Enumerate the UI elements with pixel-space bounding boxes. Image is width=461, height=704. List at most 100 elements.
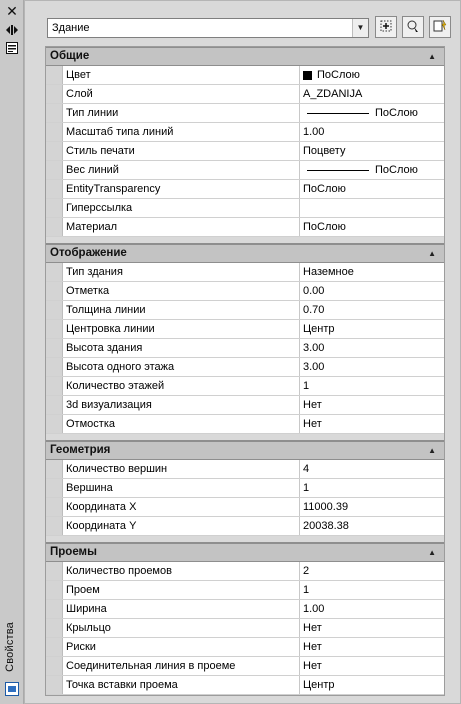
section-title: Общие (50, 50, 90, 62)
properties-menu-icon[interactable] (3, 40, 21, 56)
property-row[interactable]: Слой A_ZDANIJA (46, 85, 444, 104)
chevron-down-icon[interactable]: ▼ (352, 19, 368, 37)
property-row[interactable]: Толщина линии 0.70 (46, 301, 444, 320)
property-row[interactable]: Крыльцо Нет (46, 619, 444, 638)
property-label: Слой (63, 85, 300, 103)
row-gutter (46, 460, 63, 478)
property-row[interactable]: Тип здания Наземное (46, 263, 444, 282)
property-row[interactable]: Отмостка Нет (46, 415, 444, 434)
properties-palette-icon[interactable] (5, 682, 19, 696)
row-gutter (46, 199, 63, 217)
select-objects-button[interactable] (402, 16, 424, 38)
close-icon[interactable]: ✕ (3, 3, 21, 19)
row-gutter (46, 498, 63, 516)
property-value[interactable]: ПоСлою (300, 180, 444, 198)
property-label: Масштаб типа линий (63, 123, 300, 141)
property-row[interactable]: Соединительная линия в проеме Нет (46, 657, 444, 676)
property-value[interactable]: Наземное (300, 263, 444, 281)
section-header[interactable]: Отображение ▲ (46, 244, 444, 263)
property-row[interactable]: Гиперссылка (46, 199, 444, 218)
section-header[interactable]: Проемы ▲ (46, 543, 444, 562)
toggle-pickadd-icon (379, 19, 393, 36)
collapse-icon[interactable]: ▲ (428, 544, 436, 561)
property-value[interactable]: ПоСлою (300, 104, 444, 122)
property-value[interactable]: 0.00 (300, 282, 444, 300)
property-value[interactable]: 1 (300, 377, 444, 395)
property-row[interactable]: Цвет ПоСлою (46, 66, 444, 85)
property-row[interactable]: Вершина 1 (46, 479, 444, 498)
property-row[interactable]: Точка вставки проема Центр (46, 676, 444, 695)
property-label: Вершина (63, 479, 300, 497)
palette-title: Свойства (4, 622, 16, 672)
property-value[interactable]: 1 (300, 479, 444, 497)
property-label: EntityTransparency (63, 180, 300, 198)
property-value[interactable]: 11000.39 (300, 498, 444, 516)
property-row[interactable]: Риски Нет (46, 638, 444, 657)
property-value[interactable]: Нет (300, 619, 444, 637)
property-row[interactable]: Ширина 1.00 (46, 600, 444, 619)
property-row[interactable]: 3d визуализация Нет (46, 396, 444, 415)
property-value[interactable]: 4 (300, 460, 444, 478)
property-value[interactable]: ПоСлою (300, 218, 444, 236)
section-header[interactable]: Общие ▲ (46, 47, 444, 66)
collapse-icon[interactable]: ▲ (428, 245, 436, 262)
property-value[interactable]: Поцвету (300, 142, 444, 160)
property-row[interactable]: Координата Y 20038.38 (46, 517, 444, 536)
property-value[interactable]: 20038.38 (300, 517, 444, 535)
autohide-icon[interactable] (3, 22, 21, 38)
property-label: Ширина (63, 600, 300, 618)
property-value[interactable] (300, 199, 444, 217)
property-row[interactable]: Стиль печати Поцвету (46, 142, 444, 161)
property-value[interactable]: Центр (300, 676, 444, 694)
section-header[interactable]: Геометрия ▲ (46, 441, 444, 460)
property-value[interactable]: 1.00 (300, 123, 444, 141)
property-row[interactable]: Координата X 11000.39 (46, 498, 444, 517)
row-gutter (46, 320, 63, 338)
property-row[interactable]: Вес линий ПоСлою (46, 161, 444, 180)
property-value[interactable]: ПоСлою (300, 66, 444, 84)
row-gutter (46, 358, 63, 376)
property-row[interactable]: Тип линии ПоСлою (46, 104, 444, 123)
property-row[interactable]: Отметка 0.00 (46, 282, 444, 301)
row-gutter (46, 600, 63, 618)
row-gutter (46, 180, 63, 198)
toggle-pickadd-button[interactable] (375, 16, 397, 38)
collapse-icon[interactable]: ▲ (428, 48, 436, 65)
line-sample-icon (307, 169, 369, 171)
object-type-select[interactable]: Здание ▼ (47, 18, 369, 38)
property-value[interactable]: 0.70 (300, 301, 444, 319)
property-row[interactable]: Количество этажей 1 (46, 377, 444, 396)
property-value[interactable]: 3.00 (300, 358, 444, 376)
property-row[interactable]: Высота одного этажа 3.00 (46, 358, 444, 377)
property-label: Отметка (63, 282, 300, 300)
section-title: Проемы (50, 546, 97, 558)
property-label: Риски (63, 638, 300, 656)
collapse-icon[interactable]: ▲ (428, 442, 436, 459)
property-value[interactable]: 3.00 (300, 339, 444, 357)
property-value[interactable]: Нет (300, 657, 444, 675)
row-gutter (46, 396, 63, 414)
row-gutter (46, 263, 63, 281)
property-row[interactable]: Количество проемов 2 (46, 562, 444, 581)
property-value[interactable]: 1.00 (300, 600, 444, 618)
property-row[interactable]: Количество вершин 4 (46, 460, 444, 479)
property-row[interactable]: Масштаб типа линий 1.00 (46, 123, 444, 142)
property-value[interactable]: Нет (300, 396, 444, 414)
property-row[interactable]: Высота здания 3.00 (46, 339, 444, 358)
property-value[interactable]: Центр (300, 320, 444, 338)
property-label: Стиль печати (63, 142, 300, 160)
property-row[interactable]: Центровка линии Центр (46, 320, 444, 339)
property-row[interactable]: EntityTransparency ПоСлою (46, 180, 444, 199)
property-label: Гиперссылка (63, 199, 300, 217)
quick-select-button[interactable] (429, 16, 451, 38)
property-row[interactable]: Проем 1 (46, 581, 444, 600)
property-value[interactable]: ПоСлою (300, 161, 444, 179)
property-value[interactable]: Нет (300, 415, 444, 433)
property-row[interactable]: Материал ПоСлою (46, 218, 444, 237)
property-value[interactable]: 2 (300, 562, 444, 580)
property-value[interactable]: 1 (300, 581, 444, 599)
property-value[interactable]: Нет (300, 638, 444, 656)
property-value[interactable]: A_ZDANIJA (300, 85, 444, 103)
row-gutter (46, 161, 63, 179)
property-value-text: Нет (303, 660, 322, 672)
